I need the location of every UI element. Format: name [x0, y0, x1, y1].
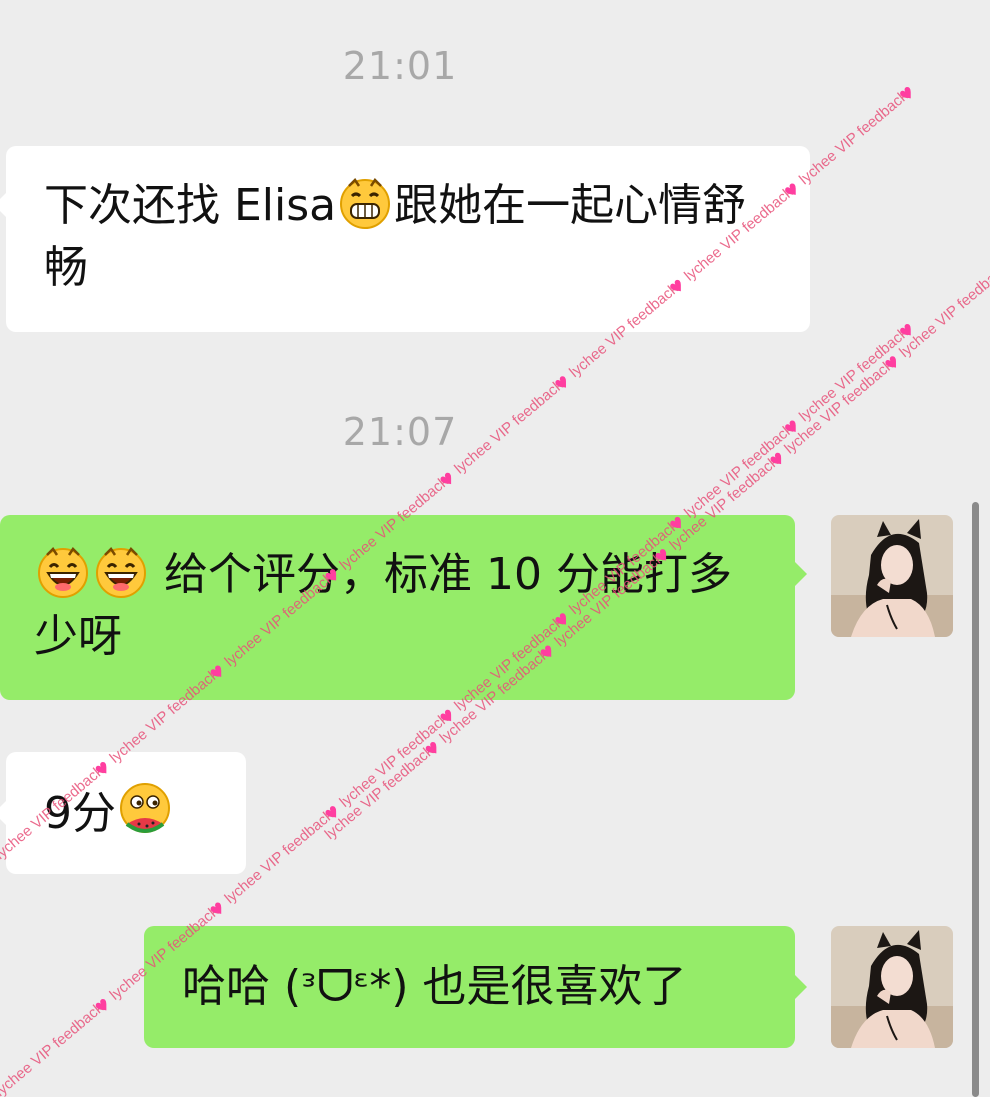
message-text: 哈哈 (ᵌᗜᵋ*) 也是很喜欢了 [182, 961, 687, 1012]
grin-emoji-icon [340, 178, 391, 229]
bubble-tail [794, 974, 807, 1000]
watermark-text: lychee VIP feedback [796, 87, 912, 188]
heart-icon: ♥ [421, 737, 444, 761]
watermark-text: lychee VIP feedback [322, 742, 438, 843]
bubble-tail [0, 800, 7, 826]
heart-icon: ♥ [436, 705, 459, 729]
heart-icon: ♥ [551, 372, 574, 396]
bubble-tail [794, 561, 807, 587]
timestamp: 21:07 [342, 410, 458, 454]
watermark-text: lychee VIP feedback [0, 999, 108, 1097]
watermark-text: lychee VIP feedback [896, 260, 990, 361]
message-text: 下次还找 Elisa [44, 180, 337, 231]
heart-icon: ♥ [896, 82, 919, 106]
avatar[interactable] [831, 926, 953, 1048]
watermark-text: lychee VIP feedback [336, 710, 452, 811]
scrollbar[interactable] [972, 502, 979, 1097]
sent-message-bubble[interactable]: 哈哈 (ᵌᗜᵋ*) 也是很喜欢了 [144, 926, 807, 1048]
eating-watermelon-emoji-icon [120, 783, 170, 833]
heart-icon: ♥ [91, 994, 114, 1018]
message-text: 9分 [44, 788, 116, 839]
grinning-emoji-icon [96, 547, 146, 598]
received-message-bubble[interactable]: 9分 [0, 752, 246, 874]
timestamp: 21:01 [342, 44, 458, 88]
grinning-emoji-icon [38, 547, 88, 598]
received-message-bubble[interactable]: 下次还找 Elisa 跟她在一起心情舒畅 [0, 146, 810, 332]
heart-icon: ♥ [881, 352, 904, 376]
avatar[interactable] [831, 515, 953, 637]
heart-icon: ♥ [896, 319, 919, 343]
heart-icon: ♥ [436, 468, 459, 492]
heart-icon: ♥ [321, 801, 344, 825]
sent-message-bubble[interactable]: 给个评分，标准 10 分能打多少呀 [0, 515, 807, 700]
avatar-image [831, 515, 953, 637]
bubble-tail [0, 192, 7, 218]
watermark-text: lychee VIP feedback [796, 324, 912, 425]
avatar-image [831, 926, 953, 1048]
heart-icon: ♥ [206, 898, 229, 922]
